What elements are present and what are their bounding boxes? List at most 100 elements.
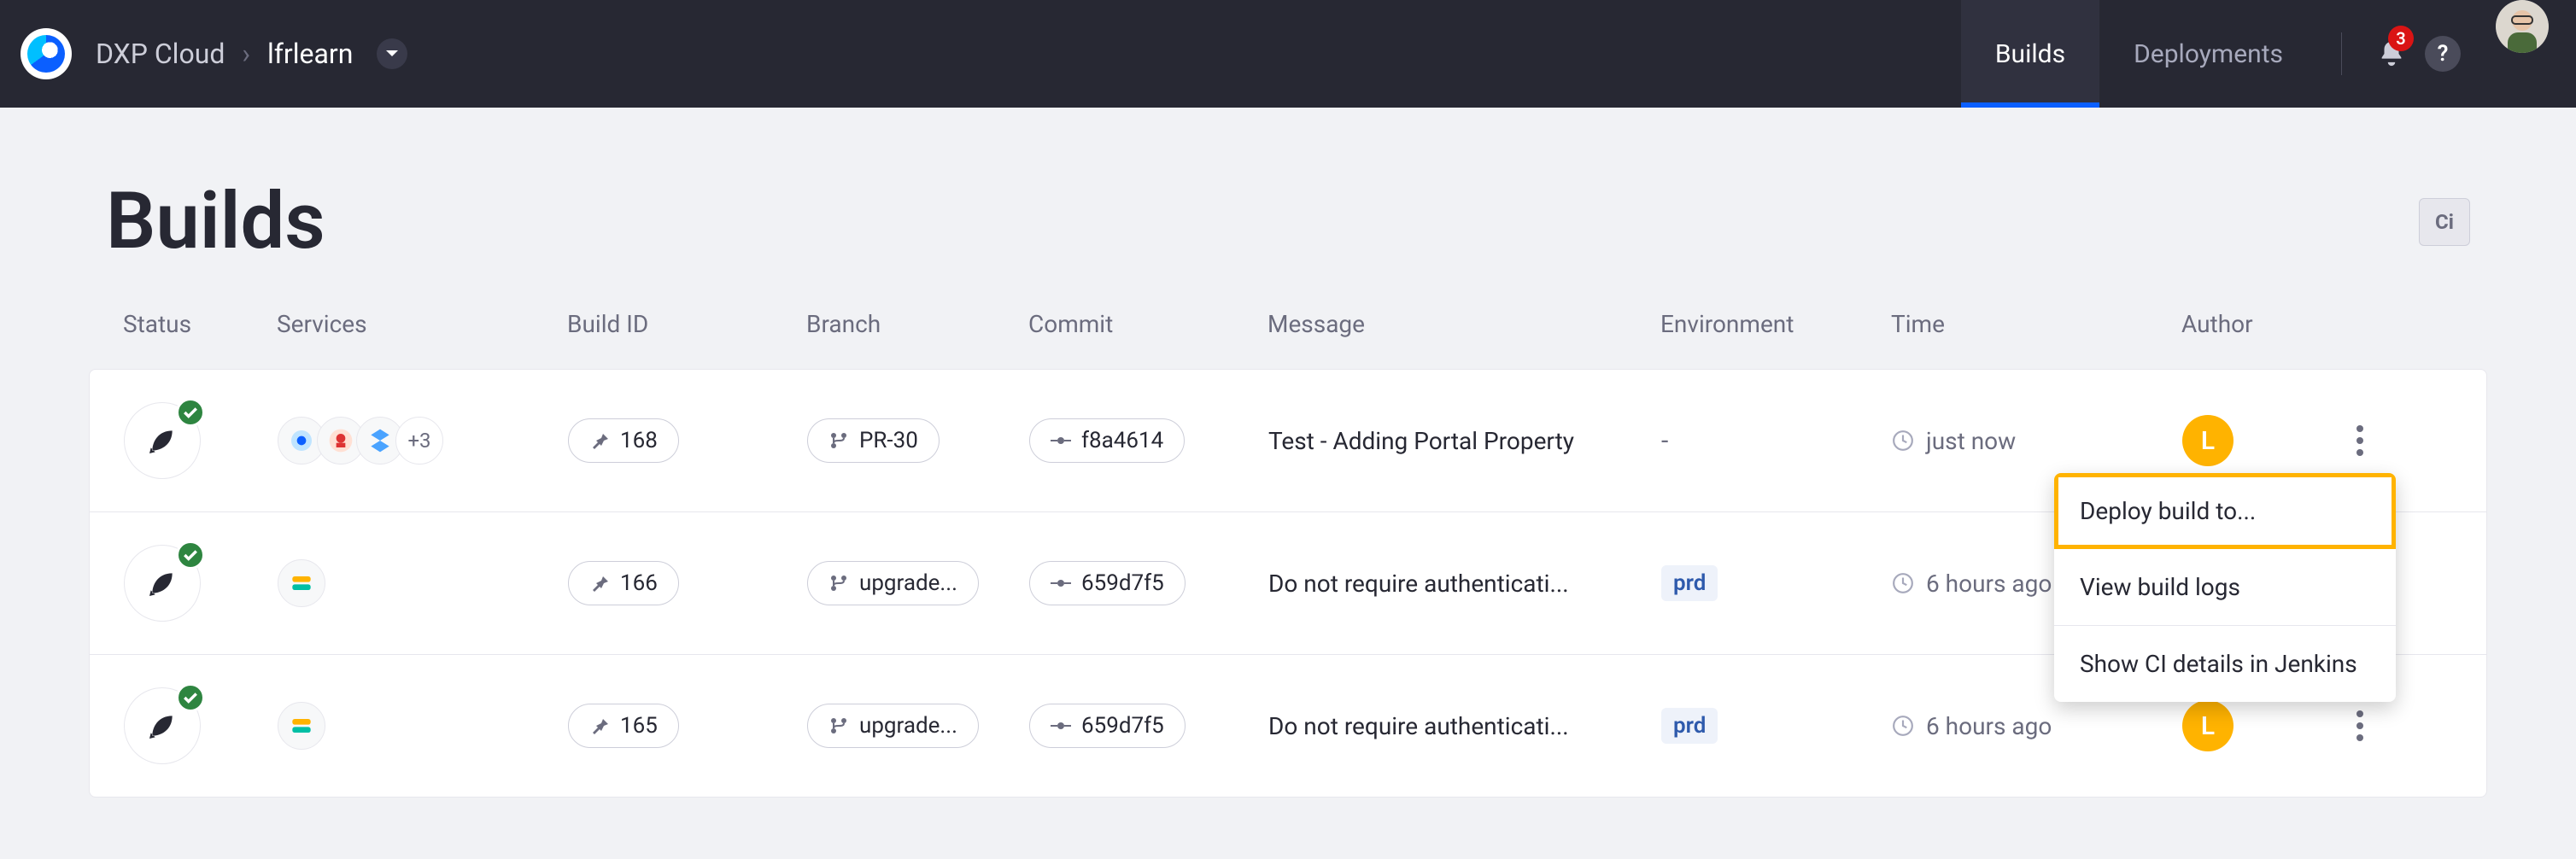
build-time: 6 hours ago	[1892, 712, 2182, 740]
build-id-chip[interactable]: 168	[568, 418, 679, 463]
build-status[interactable]	[124, 545, 201, 622]
services-group[interactable]	[278, 559, 568, 607]
status-success-icon	[176, 541, 205, 570]
services-group[interactable]: +3	[278, 417, 568, 465]
build-time-value: just now	[1926, 427, 2016, 455]
environment-tag[interactable]: prd	[1661, 565, 1718, 601]
environment-empty: -	[1661, 426, 1668, 456]
services-group[interactable]	[278, 702, 568, 750]
pin-icon	[589, 430, 610, 451]
build-message: Do not require authenticati...	[1268, 570, 1661, 598]
kebab-icon	[2356, 425, 2363, 456]
rocket-icon	[145, 566, 179, 600]
build-time-value: 6 hours ago	[1926, 570, 2052, 598]
page: Builds Ci Status Services Build ID Branc…	[89, 108, 2487, 798]
menu-deploy-build[interactable]: Deploy build to...	[2054, 473, 2396, 549]
col-build-id: Build ID	[567, 310, 806, 338]
pin-icon	[589, 716, 610, 736]
git-commit-icon	[1051, 430, 1071, 451]
git-branch-icon	[828, 573, 849, 593]
kebab-icon	[2356, 710, 2363, 741]
clock-icon	[1892, 572, 1914, 594]
tab-builds[interactable]: Builds	[1961, 0, 2099, 108]
notifications-badge: 3	[2388, 26, 2414, 51]
clock-icon	[1892, 430, 1914, 452]
build-time-value: 6 hours ago	[1926, 712, 2052, 740]
col-author: Author	[2181, 310, 2335, 338]
build-message: Test - Adding Portal Property	[1268, 427, 1661, 455]
project-switcher-button[interactable]	[377, 38, 407, 69]
page-title: Builds	[106, 176, 325, 267]
commit-chip[interactable]: 659d7f5	[1029, 561, 1186, 605]
service-icon	[278, 702, 325, 750]
column-headers: Status Services Build ID Branch Commit M…	[89, 301, 2487, 369]
branch-value: upgrade...	[859, 713, 957, 739]
commit-chip[interactable]: 659d7f5	[1029, 704, 1186, 748]
page-header: Builds Ci	[89, 176, 2487, 301]
rocket-icon	[145, 424, 179, 458]
status-success-icon	[176, 398, 205, 427]
branch-chip[interactable]: upgrade...	[807, 561, 979, 605]
rocket-icon	[145, 709, 179, 743]
commit-chip[interactable]: f8a4614	[1029, 418, 1185, 463]
breadcrumb: DXP Cloud › lfrlearn	[96, 38, 407, 70]
branch-value: PR-30	[859, 428, 918, 453]
pin-icon	[589, 573, 610, 593]
row-actions-menu: Deploy build to... View build logs Show …	[2054, 473, 2396, 702]
brand-logo[interactable]	[20, 28, 72, 79]
git-branch-icon	[828, 716, 849, 736]
author-avatar[interactable]: L	[2182, 415, 2234, 466]
commit-value: f8a4614	[1081, 428, 1163, 453]
build-id-value: 168	[620, 428, 658, 453]
builds-table: +3 168 PR-30 f8a4614 Test -	[89, 369, 2487, 798]
tab-deployments[interactable]: Deployments	[2099, 0, 2317, 108]
ci-service-button[interactable]: Ci	[2419, 198, 2470, 246]
topnav-divider	[2341, 32, 2342, 75]
help-icon: ?	[2425, 36, 2461, 72]
environment-tag[interactable]: prd	[1661, 708, 1718, 744]
col-environment: Environment	[1660, 310, 1891, 338]
avatar-icon	[2496, 0, 2549, 53]
chevron-down-icon	[385, 47, 399, 61]
services-more-button[interactable]: +3	[395, 417, 443, 465]
build-status[interactable]	[124, 402, 201, 479]
branch-value: upgrade...	[859, 570, 957, 596]
status-success-icon	[176, 683, 205, 712]
build-id-chip[interactable]: 166	[568, 561, 679, 605]
menu-view-logs[interactable]: View build logs	[2054, 549, 2396, 625]
help-button[interactable]: ?	[2417, 0, 2468, 108]
build-id-chip[interactable]: 165	[568, 704, 679, 748]
git-commit-icon	[1051, 573, 1071, 593]
table-row: +3 168 PR-30 f8a4614 Test -	[90, 370, 2486, 512]
branch-chip[interactable]: PR-30	[807, 418, 940, 463]
col-branch: Branch	[806, 310, 1028, 338]
git-branch-icon	[828, 430, 849, 451]
row-actions-button[interactable]	[2336, 702, 2384, 750]
service-icon	[278, 559, 325, 607]
build-message: Do not require authenticati...	[1268, 712, 1661, 740]
topnav: Builds Deployments 3 ?	[1961, 0, 2549, 108]
topbar: DXP Cloud › lfrlearn Builds Deployments …	[0, 0, 2576, 108]
brand-logo-icon	[27, 35, 65, 73]
breadcrumb-project[interactable]: lfrlearn	[267, 38, 353, 70]
build-status[interactable]	[124, 687, 201, 764]
breadcrumb-sep-icon: ›	[242, 38, 250, 70]
build-id-value: 166	[620, 570, 658, 596]
user-avatar[interactable]	[2496, 0, 2549, 53]
col-time: Time	[1891, 310, 2181, 338]
breadcrumb-root[interactable]: DXP Cloud	[96, 38, 225, 70]
author-avatar[interactable]: L	[2182, 700, 2234, 751]
commit-value: 659d7f5	[1081, 570, 1164, 596]
row-actions-button[interactable]	[2336, 417, 2384, 465]
clock-icon	[1892, 715, 1914, 737]
col-status: Status	[123, 310, 277, 338]
build-id-value: 165	[620, 713, 658, 739]
menu-ci-jenkins[interactable]: Show CI details in Jenkins	[2054, 626, 2396, 702]
col-commit: Commit	[1028, 310, 1268, 338]
git-commit-icon	[1051, 716, 1071, 736]
branch-chip[interactable]: upgrade...	[807, 704, 979, 748]
col-message: Message	[1268, 310, 1660, 338]
build-time: just now	[1892, 427, 2182, 455]
notifications-button[interactable]: 3	[2366, 0, 2417, 108]
commit-value: 659d7f5	[1081, 713, 1164, 739]
